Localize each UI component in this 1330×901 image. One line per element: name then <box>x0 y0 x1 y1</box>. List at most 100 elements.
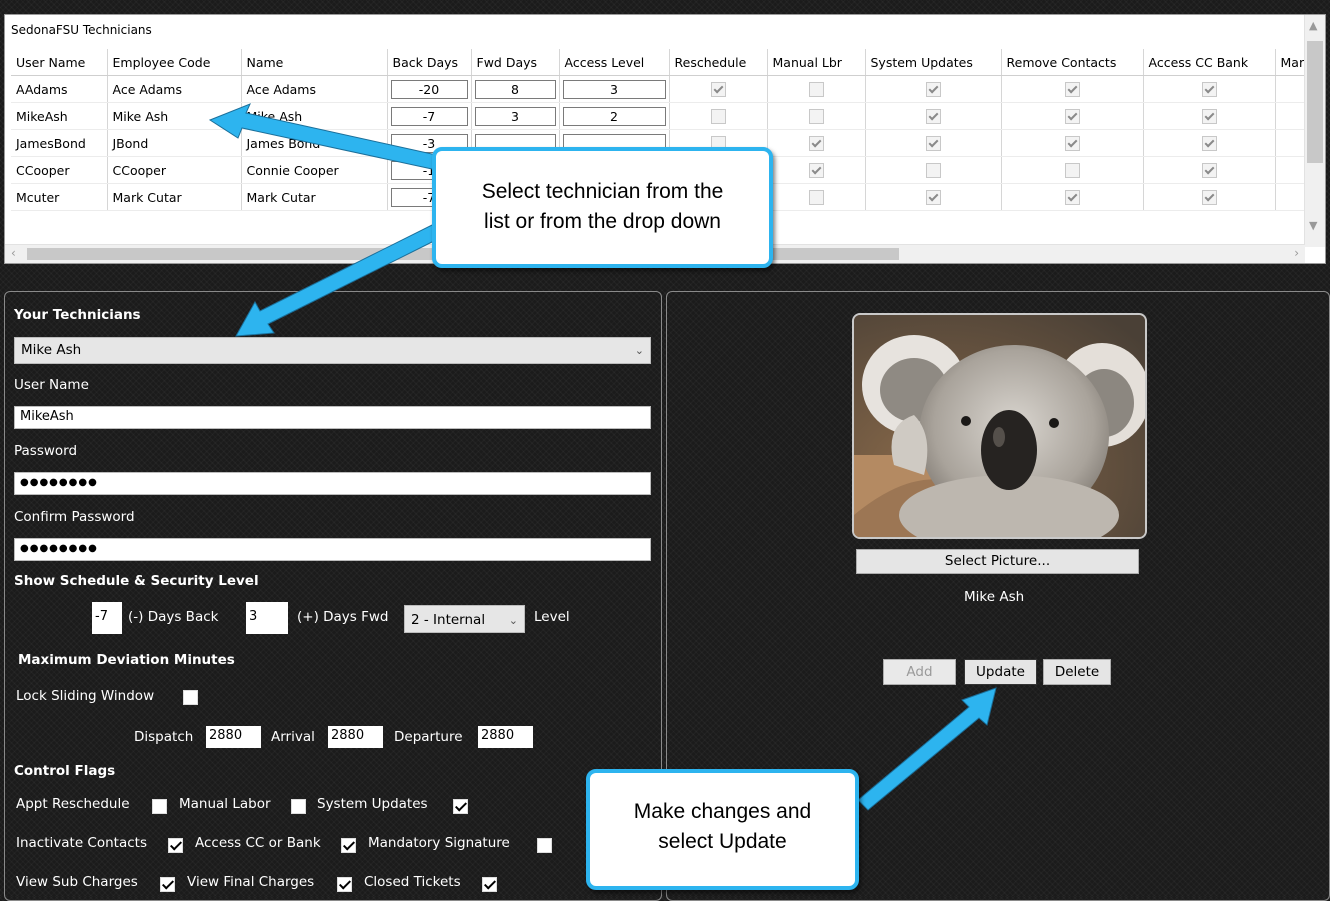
access-cc-bank-checkbox[interactable] <box>341 838 356 853</box>
manual-labor-checkbox[interactable] <box>291 799 306 814</box>
grid-checkbox[interactable] <box>925 163 941 178</box>
table-cell[interactable]: Mike Ash <box>107 102 242 130</box>
grid-checkbox[interactable] <box>808 163 824 178</box>
table-header-row: User Name Employee Code Name Back Days F… <box>11 49 1311 76</box>
table-cell[interactable]: CCooper <box>107 156 242 184</box>
technician-dropdown[interactable]: Mike Ash ⌄ <box>14 337 651 364</box>
inactivate-contacts-checkbox[interactable] <box>168 838 183 853</box>
departure-input[interactable]: 2880 <box>478 726 533 748</box>
mandatory-signature-checkbox[interactable] <box>537 838 552 853</box>
table-cell[interactable]: Mcuter <box>11 183 108 211</box>
table-cell[interactable]: Mike Ash <box>241 102 388 130</box>
callout-line: select Update <box>658 830 787 853</box>
grid-checkbox[interactable] <box>925 136 941 151</box>
grid-checkbox[interactable] <box>1201 82 1217 97</box>
column-header[interactable]: Access Level <box>559 49 670 76</box>
select-picture-button[interactable]: Select Picture... <box>856 549 1139 574</box>
days-back-label: (-) Days Back <box>128 609 219 625</box>
numeric-cell-input[interactable]: 8 <box>474 79 556 99</box>
table-cell <box>1001 156 1144 184</box>
table-cell <box>767 183 866 211</box>
grid-checkbox[interactable] <box>1064 136 1080 151</box>
table-cell <box>767 75 866 103</box>
table-cell[interactable]: CCooper <box>11 156 108 184</box>
column-header[interactable]: Fwd Days <box>471 49 560 76</box>
grid-checkbox[interactable] <box>808 190 824 205</box>
grid-checkbox[interactable] <box>710 82 726 97</box>
table-cell[interactable]: Connie Cooper <box>241 156 388 184</box>
delete-button[interactable]: Delete <box>1043 659 1111 685</box>
grid-checkbox[interactable] <box>925 82 941 97</box>
appt-reschedule-checkbox[interactable] <box>152 799 167 814</box>
numeric-cell-input[interactable]: 3 <box>562 79 666 99</box>
grid-checkbox[interactable] <box>808 136 824 151</box>
control-flags-label: Control Flags <box>14 763 116 779</box>
table-cell <box>1001 129 1144 157</box>
dispatch-input[interactable]: 2880 <box>206 726 261 748</box>
view-final-charges-checkbox[interactable] <box>337 877 352 892</box>
table-cell[interactable]: MikeAsh <box>11 102 108 130</box>
scroll-left-icon[interactable]: ‹ <box>11 246 16 260</box>
closed-tickets-checkbox[interactable] <box>482 877 497 892</box>
scroll-right-icon[interactable]: › <box>1294 246 1299 260</box>
table-cell: -7 <box>387 102 472 130</box>
scroll-down-icon[interactable]: ▼ <box>1309 219 1317 232</box>
column-header[interactable]: Employee Code <box>107 49 242 76</box>
column-header[interactable]: Back Days <box>387 49 472 76</box>
user-name-field[interactable]: MikeAsh <box>14 406 651 429</box>
days-back-input[interactable]: -7 <box>92 602 122 634</box>
table-cell[interactable]: Mark Cutar <box>107 183 242 211</box>
table-cell[interactable]: James Bond <box>241 129 388 157</box>
table-cell: 2 <box>559 102 670 130</box>
grid-checkbox[interactable] <box>1201 136 1217 151</box>
add-button[interactable]: Add <box>883 659 956 685</box>
table-cell <box>865 75 1002 103</box>
table-cell[interactable]: JBond <box>107 129 242 157</box>
system-updates-checkbox[interactable] <box>453 799 468 814</box>
password-field[interactable]: ●●●●●●●● <box>14 472 651 495</box>
grid-checkbox[interactable] <box>1064 163 1080 178</box>
grid-checkbox[interactable] <box>1201 163 1217 178</box>
vertical-scroll-thumb[interactable] <box>1307 41 1323 163</box>
numeric-cell-input[interactable]: -20 <box>390 79 468 99</box>
grid-checkbox[interactable] <box>710 109 726 124</box>
grid-checkbox[interactable] <box>1064 190 1080 205</box>
table-cell[interactable]: AAdams <box>11 75 108 103</box>
column-header[interactable]: Name <box>241 49 388 76</box>
update-button[interactable]: Update <box>964 659 1037 685</box>
table-cell[interactable]: Mark Cutar <box>241 183 388 211</box>
grid-checkbox[interactable] <box>1064 82 1080 97</box>
column-header[interactable]: Access CC Bank <box>1143 49 1276 76</box>
column-header[interactable]: User Name <box>11 49 108 76</box>
table-cell <box>669 75 768 103</box>
table-cell[interactable]: Ace Adams <box>107 75 242 103</box>
column-header[interactable]: Remove Contacts <box>1001 49 1144 76</box>
security-level-dropdown[interactable]: 2 - Internal ⌄ <box>404 605 525 633</box>
numeric-cell-input[interactable]: 3 <box>474 106 556 126</box>
grid-checkbox[interactable] <box>925 109 941 124</box>
view-sub-charges-checkbox[interactable] <box>160 877 175 892</box>
grid-checkbox[interactable] <box>808 82 824 97</box>
grid-checkbox[interactable] <box>1064 109 1080 124</box>
table-row[interactable]: MikeAsh Mike Ash Mike Ash -7 3 2 <box>11 102 1311 130</box>
table-cell[interactable]: JamesBond <box>11 129 108 157</box>
table-row[interactable]: AAdams Ace Adams Ace Adams -20 8 3 <box>11 75 1311 103</box>
numeric-cell-input[interactable]: 2 <box>562 106 666 126</box>
grid-checkbox[interactable] <box>808 109 824 124</box>
vertical-scrollbar[interactable]: ▲ ▼ <box>1304 15 1325 247</box>
numeric-cell-input[interactable]: -7 <box>390 106 468 126</box>
scroll-up-icon[interactable]: ▲ <box>1309 19 1317 32</box>
column-header[interactable]: System Updates <box>865 49 1002 76</box>
days-fwd-input[interactable]: 3 <box>246 602 288 634</box>
column-header[interactable]: Reschedule <box>669 49 768 76</box>
confirm-password-field[interactable]: ●●●●●●●● <box>14 538 651 561</box>
grid-checkbox[interactable] <box>1201 190 1217 205</box>
confirm-password-label: Confirm Password <box>14 509 135 525</box>
grid-checkbox[interactable] <box>1201 109 1217 124</box>
column-header[interactable]: Manual Lbr <box>767 49 866 76</box>
arrival-input[interactable]: 2880 <box>328 726 383 748</box>
select-technician-callout: Select technician from the list or from … <box>432 147 773 268</box>
table-cell[interactable]: Ace Adams <box>241 75 388 103</box>
lock-sliding-window-checkbox[interactable] <box>183 690 198 705</box>
grid-checkbox[interactable] <box>925 190 941 205</box>
